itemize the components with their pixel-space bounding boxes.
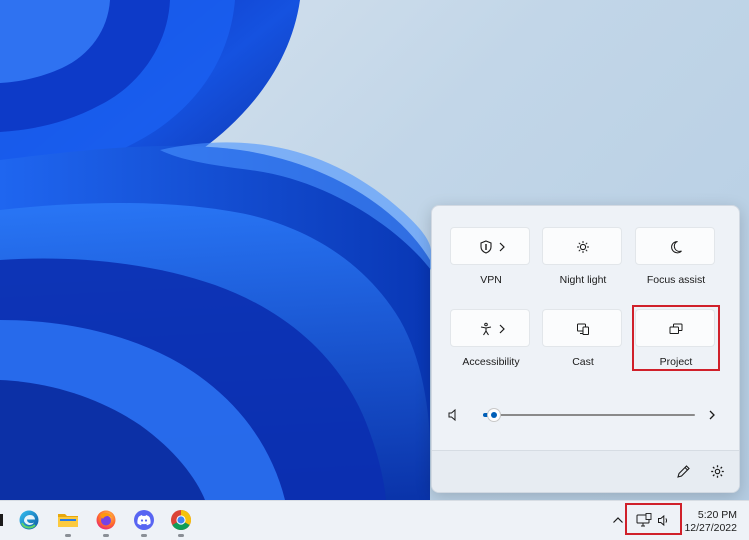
network-icon[interactable] xyxy=(636,513,652,528)
tile-vpn: VPN xyxy=(450,227,532,286)
taskbar-clock[interactable]: 5:20 PM 12/27/2022 xyxy=(684,509,737,535)
taskbar-edge-fragment xyxy=(0,514,3,526)
quick-settings-panel: VPN Night light Focus assist Accessibili… xyxy=(431,205,740,493)
file-explorer-icon[interactable] xyxy=(57,509,79,531)
edge-icon[interactable] xyxy=(18,509,40,531)
tile-focus-assist: Focus assist xyxy=(635,227,717,286)
running-indicator xyxy=(103,534,109,537)
running-indicator xyxy=(65,534,71,537)
focus-assist-button[interactable] xyxy=(635,227,715,265)
cast-icon xyxy=(577,323,589,335)
vpn-button[interactable] xyxy=(450,227,530,265)
speaker-icon[interactable] xyxy=(447,408,461,422)
discord-icon[interactable] xyxy=(133,509,155,531)
cast-button[interactable] xyxy=(542,309,622,347)
chevron-up-icon[interactable] xyxy=(612,515,624,525)
tile-label: Night light xyxy=(559,274,607,286)
tile-label: Cast xyxy=(572,356,594,368)
accessibility-button[interactable] xyxy=(450,309,530,347)
clock-date: 12/27/2022 xyxy=(684,522,737,534)
running-indicator xyxy=(178,534,184,537)
tile-cast: Cast xyxy=(542,309,624,368)
speaker-icon[interactable] xyxy=(657,514,670,527)
accessibility-icon xyxy=(480,322,492,336)
brightness-icon xyxy=(577,241,589,253)
project-button[interactable] xyxy=(635,309,715,347)
clock-time: 5:20 PM xyxy=(697,509,737,521)
tile-night-light: Night light xyxy=(542,227,624,286)
tile-label: VPN xyxy=(480,274,502,286)
quick-settings-footer xyxy=(432,450,739,492)
running-indicator xyxy=(141,534,147,537)
night-light-button[interactable] xyxy=(542,227,622,265)
gear-icon[interactable] xyxy=(710,464,725,479)
chevron-right-icon[interactable] xyxy=(498,322,506,336)
taskbar: 5:20 PM 12/27/2022 xyxy=(0,500,749,540)
volume-control xyxy=(447,406,723,424)
tile-project: Project xyxy=(635,309,717,368)
tile-accessibility: Accessibility xyxy=(450,309,532,368)
firefox-icon[interactable] xyxy=(95,509,117,531)
chevron-right-icon[interactable] xyxy=(498,240,506,254)
chevron-right-icon[interactable] xyxy=(707,408,717,422)
tile-label: Accessibility xyxy=(462,356,520,368)
tile-label: Focus assist xyxy=(646,274,706,286)
moon-icon xyxy=(671,240,682,254)
project-icon xyxy=(669,323,683,334)
pencil-icon[interactable] xyxy=(676,464,691,479)
shield-icon xyxy=(480,240,492,254)
chrome-icon[interactable] xyxy=(170,509,192,531)
volume-slider-thumb[interactable] xyxy=(487,409,500,421)
volume-slider-track[interactable] xyxy=(483,414,695,416)
tile-label: Project xyxy=(659,356,693,368)
